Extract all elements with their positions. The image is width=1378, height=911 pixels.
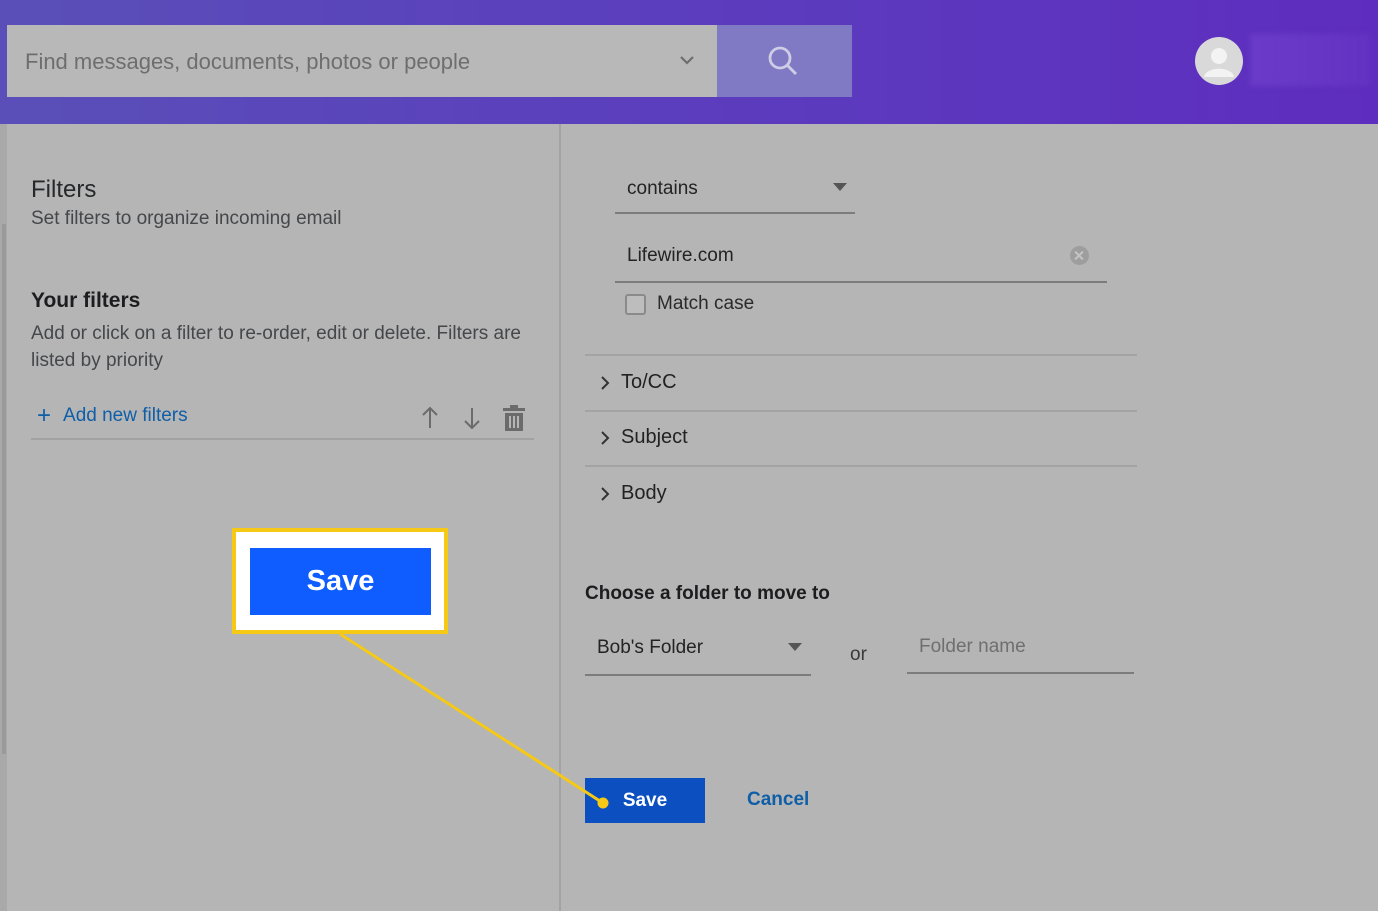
add-new-filters-link[interactable]: + Add new filters [37, 404, 188, 428]
search-icon [768, 46, 798, 76]
dropdown-arrow-icon [788, 643, 802, 651]
chevron-right-icon [601, 430, 610, 445]
condition-value-input[interactable]: Lifewire.com [615, 236, 1107, 283]
dropdown-arrow-icon [833, 183, 847, 191]
add-new-filters-label: Add new filters [63, 405, 188, 426]
cancel-button[interactable]: Cancel [747, 789, 809, 811]
folder-name-input[interactable]: Folder name [907, 628, 1134, 674]
condition-select-value: contains [627, 178, 698, 199]
filters-list-divider [31, 438, 534, 440]
your-filters-heading: Your filters [31, 289, 141, 312]
match-case-checkbox[interactable] [625, 294, 646, 315]
chevron-down-icon[interactable] [677, 50, 697, 70]
folder-heading: Choose a folder to move to [585, 583, 830, 604]
folder-name-placeholder: Folder name [919, 636, 1026, 657]
condition-value-text: Lifewire.com [627, 245, 734, 266]
section-label: To/CC [621, 371, 677, 393]
user-avatar-icon[interactable] [1195, 37, 1243, 85]
arrow-up-icon[interactable] [420, 405, 440, 431]
save-button[interactable]: Save [585, 778, 705, 823]
section-to-cc[interactable]: To/CC [599, 371, 677, 394]
search-input[interactable]: Find messages, documents, photos or peop… [7, 25, 717, 97]
section-divider [585, 354, 1137, 356]
page-subtitle: Set filters to organize incoming email [31, 208, 342, 229]
arrow-down-icon[interactable] [462, 405, 482, 431]
scrollbar[interactable] [2, 224, 6, 754]
clear-icon[interactable] [1070, 246, 1089, 265]
section-divider [585, 410, 1137, 412]
search-placeholder: Find messages, documents, photos or peop… [25, 49, 471, 74]
section-label: Body [621, 482, 667, 504]
panel-divider [559, 124, 561, 911]
section-divider [585, 465, 1137, 467]
page-title: Filters [31, 176, 97, 203]
section-label: Subject [621, 426, 688, 448]
trash-icon[interactable] [502, 405, 526, 431]
username-redacted [1250, 34, 1370, 86]
left-nav-edge [0, 124, 7, 911]
condition-select[interactable]: contains [615, 168, 855, 214]
plus-icon: + [37, 402, 52, 429]
top-header: Find messages, documents, photos or peop… [0, 0, 1378, 124]
section-body[interactable]: Body [599, 482, 667, 505]
chevron-right-icon [601, 375, 610, 390]
or-label: or [850, 644, 867, 665]
folder-select[interactable]: Bob's Folder [585, 628, 811, 676]
match-case-label: Match case [657, 293, 755, 314]
search-button[interactable] [717, 25, 852, 97]
your-filters-description: Add or click on a filter to re-order, ed… [31, 323, 521, 371]
chevron-right-icon [601, 486, 610, 501]
section-subject[interactable]: Subject [599, 426, 688, 449]
folder-select-value: Bob's Folder [597, 637, 704, 658]
callout-connector [339, 632, 609, 809]
callout-save-button: Save [250, 548, 431, 615]
